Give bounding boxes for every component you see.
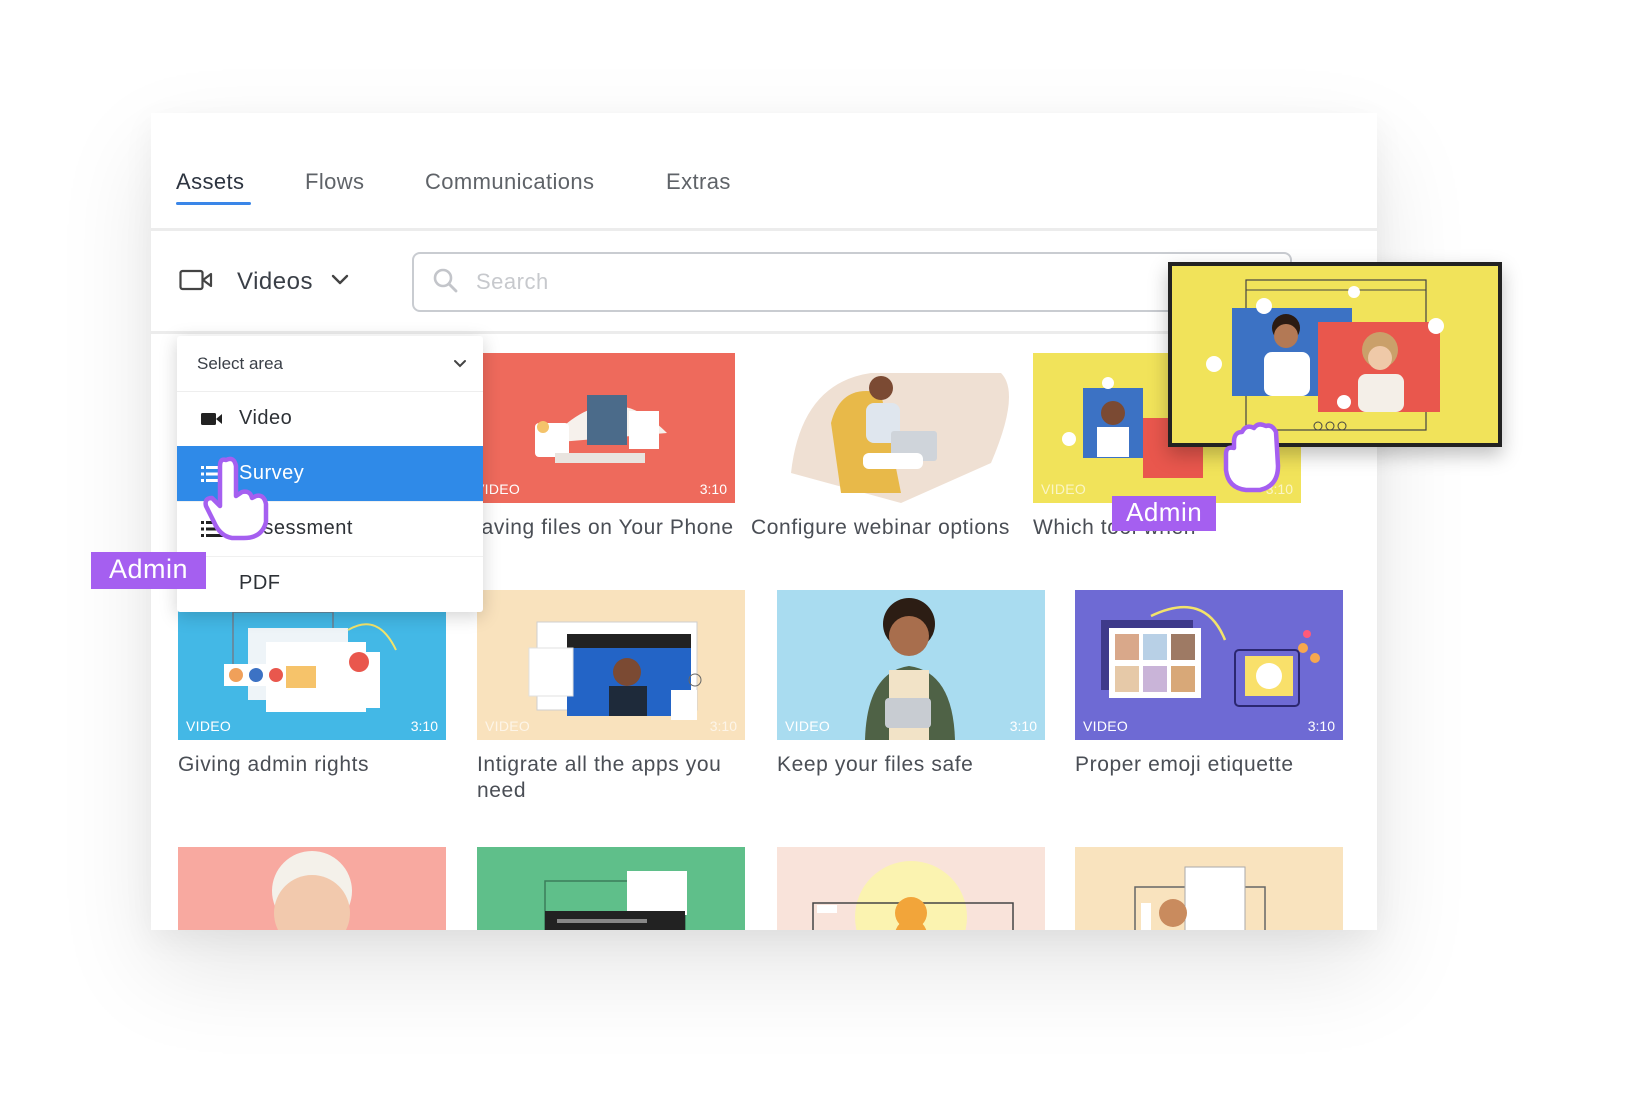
area-select-label: Select area bbox=[197, 353, 283, 373]
video-card[interactable] bbox=[777, 847, 1045, 930]
video-badge: VIDEO bbox=[186, 718, 232, 734]
video-card[interactable] bbox=[477, 847, 745, 930]
video-title: Proper emoji etiquette bbox=[1075, 753, 1294, 776]
asset-type-label: Videos bbox=[237, 268, 313, 295]
video-thumbnail: VIDEO 3:10 bbox=[477, 590, 745, 740]
video-duration: 3:10 bbox=[410, 718, 438, 734]
video-badge: VIDEO bbox=[1041, 481, 1087, 497]
video-card[interactable]: Configure webinar options bbox=[751, 353, 1019, 541]
video-thumbnail bbox=[477, 847, 745, 930]
video-card[interactable]: VIDEO 3:10 Proper emoji etiquette bbox=[1075, 590, 1343, 778]
video-title: Intigrate all the apps you need bbox=[477, 753, 722, 802]
search-icon bbox=[432, 267, 458, 298]
video-title: Saving files on Your Phone bbox=[467, 516, 734, 539]
asset-type-select[interactable]: Videos bbox=[179, 258, 349, 306]
chevron-down-icon bbox=[453, 356, 467, 374]
video-thumbnail bbox=[178, 847, 446, 930]
menu-item-pdf[interactable]: PDF bbox=[177, 556, 483, 611]
video-title: Keep your files safe bbox=[777, 753, 974, 776]
video-thumbnail: VIDEO 3:10 bbox=[467, 353, 735, 503]
admin-cursor-label: Admin bbox=[1112, 496, 1217, 531]
video-card[interactable] bbox=[178, 847, 446, 930]
video-title: Configure webinar options bbox=[751, 516, 1010, 539]
tab-flows[interactable]: Flows bbox=[305, 169, 364, 195]
menu-item-label: Video bbox=[239, 407, 293, 429]
video-card[interactable]: VIDEO 3:10 Keep your files safe bbox=[777, 590, 1045, 778]
video-thumbnail: VIDEO 3:10 bbox=[178, 590, 446, 740]
video-duration: 3:10 bbox=[699, 481, 727, 497]
video-card[interactable] bbox=[1075, 847, 1343, 930]
video-duration: 3:10 bbox=[1307, 718, 1335, 734]
hand-cursor-icon bbox=[1216, 420, 1296, 501]
video-thumbnail bbox=[777, 847, 1045, 930]
tab-communications[interactable]: Communications bbox=[425, 169, 594, 195]
chevron-down-icon bbox=[331, 273, 349, 291]
video-badge: VIDEO bbox=[785, 718, 831, 734]
search-input[interactable] bbox=[474, 268, 1078, 296]
tab-extras[interactable]: Extras bbox=[666, 169, 731, 195]
video-thumbnail: VIDEO 3:10 bbox=[777, 590, 1045, 740]
video-badge: VIDEO bbox=[485, 718, 531, 734]
menu-item-label: PDF bbox=[239, 572, 281, 594]
video-card[interactable]: VIDEO 3:10 Giving admin rights bbox=[178, 590, 446, 778]
admin-cursor-label: Admin bbox=[91, 552, 207, 589]
video-thumbnail bbox=[1075, 847, 1343, 930]
video-title: Giving admin rights bbox=[178, 753, 370, 776]
video-badge: VIDEO bbox=[1083, 718, 1129, 734]
video-camera-icon bbox=[201, 412, 227, 426]
active-tab-indicator bbox=[176, 202, 251, 205]
video-duration: 3:10 bbox=[709, 718, 737, 734]
video-card[interactable]: VIDEO 3:10 Saving files on Your Phone bbox=[467, 353, 735, 541]
tab-assets[interactable]: Assets bbox=[176, 169, 244, 195]
video-camera-icon bbox=[179, 268, 213, 297]
video-thumbnail: VIDEO 3:10 bbox=[1075, 590, 1343, 740]
video-thumbnail bbox=[751, 353, 1019, 503]
video-duration: 3:10 bbox=[1009, 718, 1037, 734]
video-card[interactable]: VIDEO 3:10 Intigrate all the apps you ne… bbox=[477, 590, 745, 804]
area-select-header[interactable]: Select area bbox=[177, 336, 483, 392]
menu-item-video[interactable]: Video bbox=[177, 391, 483, 447]
tab-bar: Assets Flows Communications Extras bbox=[151, 113, 1377, 231]
hand-cursor-icon bbox=[196, 452, 276, 547]
search-box bbox=[412, 252, 1292, 312]
